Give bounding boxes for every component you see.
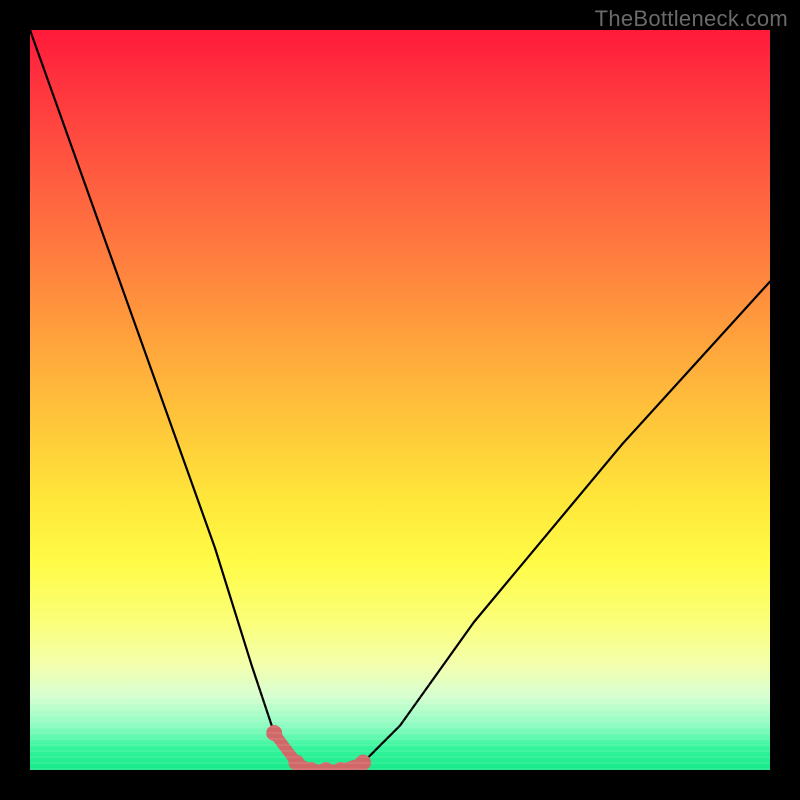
optimal-zone-dot: [355, 755, 371, 770]
chart-stage: TheBottleneck.com: [0, 0, 800, 800]
optimal-zone-dot: [318, 762, 334, 770]
optimal-zone-highlight: [274, 733, 363, 770]
plot-area: [30, 30, 770, 770]
optimal-zone-dot: [288, 755, 304, 770]
optimal-zone-dot: [266, 725, 282, 741]
watermark-label: TheBottleneck.com: [595, 6, 788, 32]
bottleneck-curve-svg: [30, 30, 770, 770]
bottleneck-curve: [30, 30, 770, 770]
